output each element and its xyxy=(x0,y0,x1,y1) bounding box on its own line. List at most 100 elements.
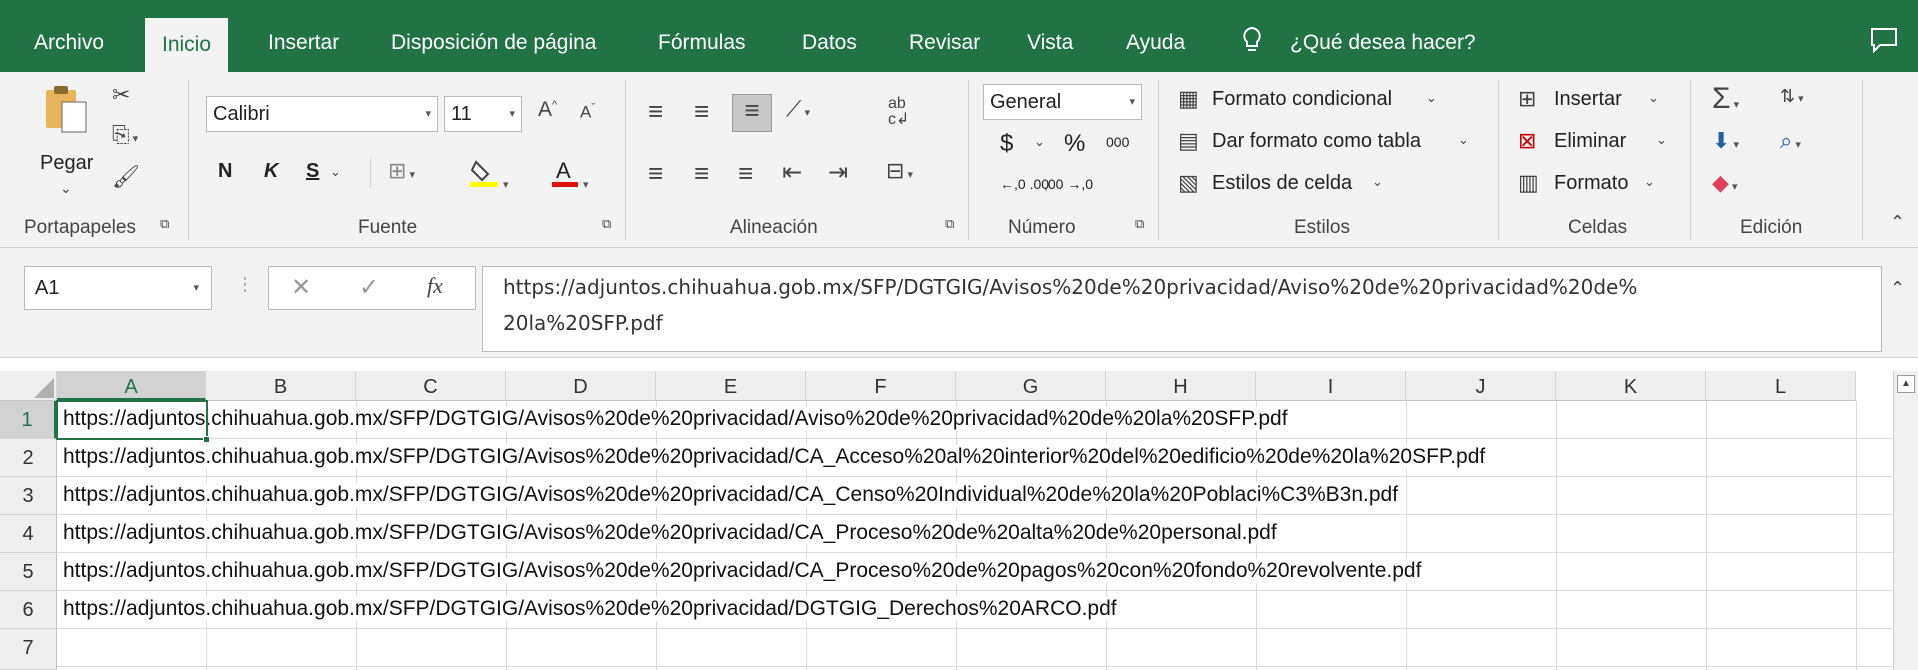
select-all-corner[interactable] xyxy=(0,371,57,401)
tell-me-search[interactable]: ¿Qué desea hacer? xyxy=(1290,0,1476,72)
cell-a2[interactable]: https://adjuntos.chihuahua.gob.mx/SFP/DG… xyxy=(63,445,1492,469)
tab-datos[interactable]: Datos xyxy=(802,0,857,72)
wrap-text-icon[interactable]: ab c↲ xyxy=(888,96,909,128)
fill-icon[interactable]: ⬇ ▾ xyxy=(1712,128,1739,154)
font-name-box[interactable]: Calibri ▾ xyxy=(206,96,438,132)
clipboard-launcher-icon[interactable]: ⧉ xyxy=(160,216,169,232)
format-cells-dropdown-icon[interactable]: ⌄ xyxy=(1644,174,1655,190)
format-table-icon[interactable]: ▤ xyxy=(1178,128,1199,154)
delete-cells-icon[interactable]: ⊠ xyxy=(1518,128,1536,154)
cell-styles-dropdown-icon[interactable]: ⌄ xyxy=(1372,174,1383,190)
font-name-dropdown-icon[interactable]: ▾ xyxy=(425,107,431,120)
collapse-ribbon-icon[interactable]: ⌃ xyxy=(1890,212,1905,233)
underline-dropdown-icon[interactable]: ⌄ xyxy=(330,164,341,180)
delete-cells-dropdown-icon[interactable]: ⌄ xyxy=(1656,132,1667,148)
align-middle-icon[interactable]: ≡ xyxy=(694,96,709,127)
number-format-dropdown-icon[interactable]: ▾ xyxy=(1129,95,1135,108)
column-header-b[interactable]: B xyxy=(206,371,356,401)
increase-decimal-button[interactable]: ←,0 .00 xyxy=(1000,176,1049,192)
column-header-e[interactable]: E xyxy=(656,371,806,401)
bold-button[interactable]: N xyxy=(218,160,232,183)
row-header-7[interactable]: 7 xyxy=(0,629,57,670)
collapse-formula-bar-icon[interactable]: ⌃ xyxy=(1890,278,1905,299)
find-select-icon[interactable]: ⌕ ▾ xyxy=(1780,128,1801,154)
column-header-j[interactable]: J xyxy=(1406,371,1556,401)
tab-inicio[interactable]: Inicio xyxy=(145,18,229,72)
borders-icon[interactable]: ⊞ ▾ xyxy=(388,158,415,184)
number-format-box[interactable]: General ▾ xyxy=(983,84,1142,120)
conditional-format-dropdown-icon[interactable]: ⌄ xyxy=(1426,90,1437,106)
paste-label[interactable]: Pegar xyxy=(40,152,93,175)
column-header-k[interactable]: K xyxy=(1556,371,1706,401)
increase-font-icon[interactable]: A^ xyxy=(538,98,557,122)
copy-icon[interactable]: ⎘ ▾ xyxy=(112,122,138,148)
enter-icon[interactable]: ✓ xyxy=(359,273,379,302)
row-header-3[interactable]: 3 xyxy=(0,477,57,515)
fill-color-icon[interactable]: ▾ xyxy=(468,156,509,194)
font-color-icon[interactable]: A ▾ xyxy=(550,156,589,194)
row-header-5[interactable]: 5 xyxy=(0,553,57,591)
font-launcher-icon[interactable]: ⧉ xyxy=(602,216,611,232)
thousands-button[interactable]: 000 xyxy=(1106,134,1129,150)
fill-handle[interactable] xyxy=(203,436,210,443)
column-header-i[interactable]: I xyxy=(1256,371,1406,401)
sort-filter-icon[interactable]: ⇅ ▾ xyxy=(1780,86,1804,107)
italic-button[interactable]: K xyxy=(264,160,278,183)
align-bottom-icon[interactable]: ≡ xyxy=(732,94,772,132)
cell-styles-icon[interactable]: ▧ xyxy=(1178,170,1199,196)
increase-indent-icon[interactable]: ⇥ xyxy=(828,158,848,187)
autosum-icon[interactable]: Σ ▾ xyxy=(1712,82,1739,116)
font-size-box[interactable]: 11 ▾ xyxy=(444,96,522,132)
insert-function-icon[interactable]: fx xyxy=(427,273,443,299)
row-header-1[interactable]: 1 xyxy=(0,401,57,439)
tab-archivo[interactable]: Archivo xyxy=(34,0,104,72)
cell-a3[interactable]: https://adjuntos.chihuahua.gob.mx/SFP/DG… xyxy=(63,483,1405,507)
cell-styles-button[interactable]: Estilos de celda xyxy=(1212,172,1352,195)
number-launcher-icon[interactable]: ⧉ xyxy=(1135,216,1144,232)
font-size-dropdown-icon[interactable]: ▾ xyxy=(509,107,515,120)
scroll-up-icon[interactable]: ▲ xyxy=(1897,375,1915,393)
format-table-dropdown-icon[interactable]: ⌄ xyxy=(1458,132,1469,148)
orientation-icon[interactable]: ⟋ ▾ xyxy=(786,96,810,122)
decrease-decimal-button[interactable]: ,00 →,0 xyxy=(1044,176,1093,192)
conditional-format-button[interactable]: Formato condicional xyxy=(1212,88,1392,111)
alignment-launcher-icon[interactable]: ⧉ xyxy=(945,216,954,232)
align-center-icon[interactable]: ≡ xyxy=(694,158,709,189)
format-painter-icon[interactable]: 🖌 xyxy=(112,164,140,190)
column-header-d[interactable]: D xyxy=(506,371,656,401)
cell-a4[interactable]: https://adjuntos.chihuahua.gob.mx/SFP/DG… xyxy=(63,521,1283,545)
percent-button[interactable]: % xyxy=(1064,130,1085,158)
conditional-format-icon[interactable]: ▦ xyxy=(1178,86,1199,112)
column-header-f[interactable]: F xyxy=(806,371,956,401)
tab-revisar[interactable]: Revisar xyxy=(909,0,980,72)
cell-a6[interactable]: https://adjuntos.chihuahua.gob.mx/SFP/DG… xyxy=(63,597,1123,621)
column-header-l[interactable]: L xyxy=(1706,371,1856,401)
align-right-icon[interactable]: ≡ xyxy=(738,158,753,189)
column-header-c[interactable]: C xyxy=(356,371,506,401)
formula-input[interactable]: https://adjuntos.chihuahua.gob.mx/SFP/DG… xyxy=(482,266,1882,352)
name-box-dropdown-icon[interactable]: ▾ xyxy=(193,281,199,294)
tab-ayuda[interactable]: Ayuda xyxy=(1126,0,1185,72)
insert-cells-button[interactable]: Insertar xyxy=(1554,88,1622,111)
cancel-icon[interactable]: ✕ xyxy=(291,273,311,302)
name-box[interactable]: A1 ▾ xyxy=(24,266,212,310)
decrease-indent-icon[interactable]: ⇤ xyxy=(782,158,802,187)
delete-cells-button[interactable]: Eliminar xyxy=(1554,130,1626,153)
format-cells-button[interactable]: Formato xyxy=(1554,172,1628,195)
format-table-button[interactable]: Dar formato como tabla xyxy=(1212,130,1421,153)
cut-icon[interactable]: ✂ xyxy=(112,82,130,108)
currency-dropdown-icon[interactable]: ⌄ xyxy=(1034,134,1045,150)
format-cells-icon[interactable]: ▥ xyxy=(1518,170,1539,196)
comments-icon[interactable] xyxy=(1870,0,1898,72)
tab-vista[interactable]: Vista xyxy=(1027,0,1073,72)
cell-a1[interactable]: https://adjuntos.chihuahua.gob.mx/SFP/DG… xyxy=(63,407,1294,431)
cell-a5[interactable]: https://adjuntos.chihuahua.gob.mx/SFP/DG… xyxy=(63,559,1428,583)
currency-button[interactable]: $ xyxy=(1000,130,1013,158)
tab-formulas[interactable]: Fórmulas xyxy=(658,0,746,72)
column-header-g[interactable]: G xyxy=(956,371,1106,401)
tab-disposicion[interactable]: Disposición de página xyxy=(391,0,596,72)
decrease-font-icon[interactable]: Aˇ xyxy=(580,102,595,123)
row-header-2[interactable]: 2 xyxy=(0,439,57,477)
tab-insertar[interactable]: Insertar xyxy=(268,0,339,72)
row-header-4[interactable]: 4 xyxy=(0,515,57,553)
